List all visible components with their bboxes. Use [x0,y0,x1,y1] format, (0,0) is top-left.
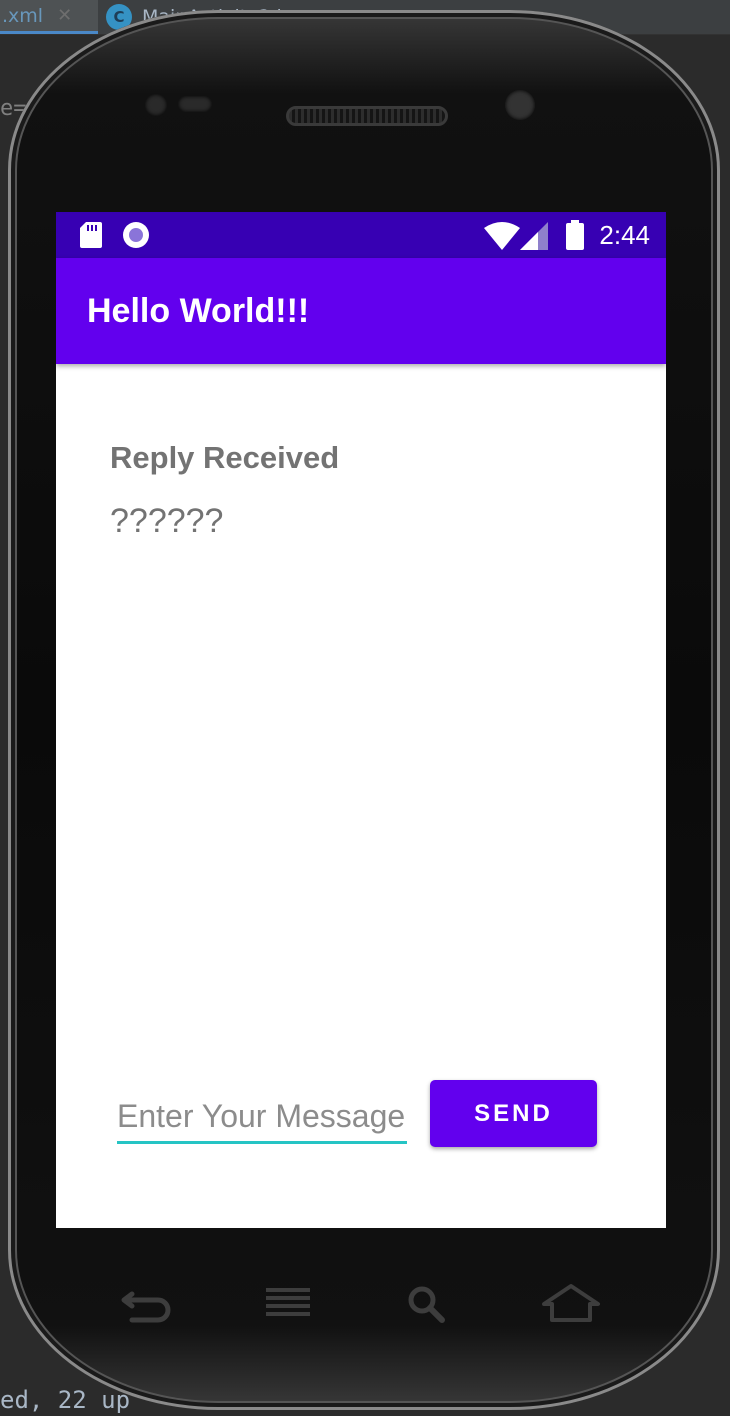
status-bar: 2:44 [56,212,666,258]
proximity-sensor-icon [178,96,212,112]
sd-card-icon [80,222,102,248]
back-icon[interactable] [118,1282,178,1326]
home-icon[interactable] [540,1282,602,1326]
ide-tab-xml[interactable]: .xml ✕ [0,0,98,34]
reply-text: ?????? [110,502,224,540]
ide-console-text: ed, 22 up [0,1386,131,1414]
front-camera-icon [505,90,535,120]
message-input[interactable] [117,1092,407,1144]
close-icon[interactable]: ✕ [57,5,72,26]
app-title: Hello World!!! [87,292,310,330]
reply-header: Reply Received [110,440,340,475]
menu-icon[interactable] [258,1282,318,1326]
send-button[interactable]: SEND [430,1080,597,1147]
ide-tab-xml-label: .xml [2,4,44,27]
device-screen: 2:44 Hello World!!! Reply Received ?????… [56,212,666,1228]
search-icon[interactable] [398,1282,458,1326]
earpiece-speaker [286,106,448,126]
signal-icon [520,222,548,250]
front-sensor-icon [145,94,167,116]
battery-icon [566,220,584,250]
status-time: 2:44 [599,220,650,250]
wifi-icon [484,222,520,250]
app-bar: Hello World!!! [56,258,666,364]
record-icon [123,222,149,248]
